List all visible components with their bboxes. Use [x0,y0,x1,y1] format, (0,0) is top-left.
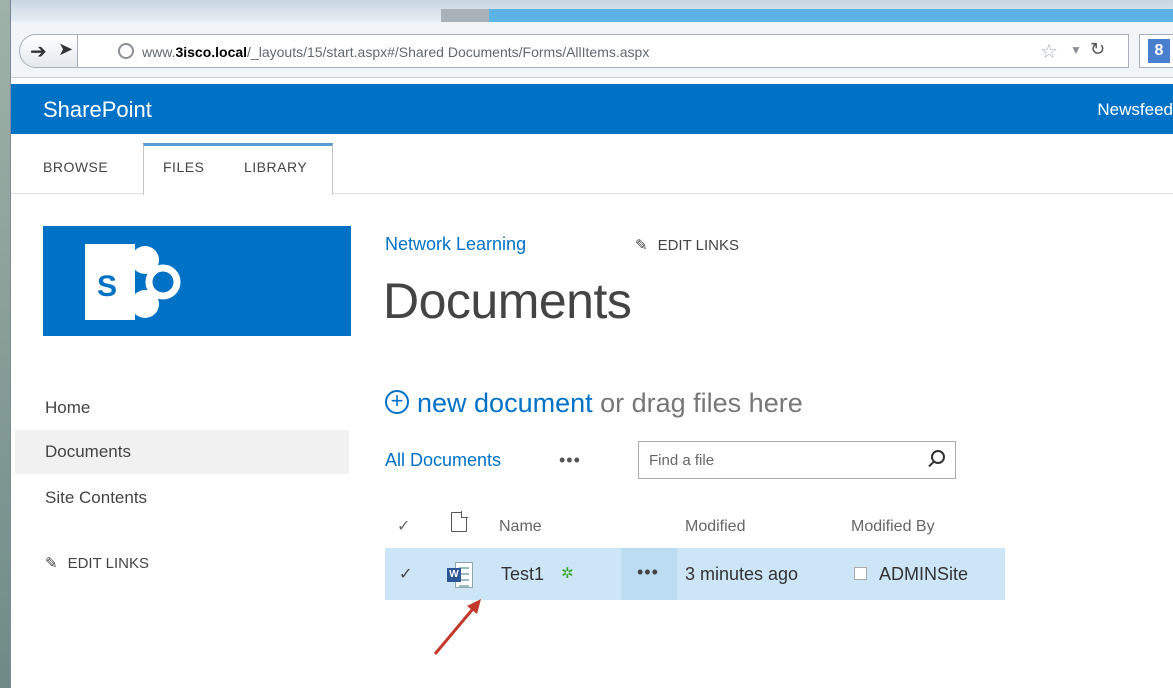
tab-browse[interactable]: BROWSE [43,159,108,175]
suite-bar: SharePoint Newsfeed [11,84,1173,134]
sidebar-edit-links[interactable]: ✎ EDIT LINKS [45,554,149,572]
pencil-icon: ✎ [635,237,648,254]
tab-files[interactable]: FILES [163,159,204,175]
drag-files-hint: or drag files here [592,388,803,418]
search-box[interactable] [638,441,956,479]
svg-text:S: S [97,270,117,303]
forward-arrow-icon[interactable]: ➤ [58,39,73,60]
globe-icon [118,43,134,59]
ellipsis-icon: ••• [637,562,659,582]
column-modified[interactable]: Modified [685,518,745,536]
page-title: Documents [383,273,632,329]
add-circle-icon[interactable]: + [385,389,409,414]
search-icon[interactable] [931,450,945,464]
site-logo[interactable]: S [43,226,351,336]
sidebar-item-home[interactable]: Home [15,386,349,430]
search-engine-button[interactable]: 8 [1139,34,1173,68]
new-document-link[interactable]: new document [417,388,593,418]
sharepoint-brand[interactable]: SharePoint [43,97,152,123]
select-all-check-icon[interactable]: ✓ [397,516,410,536]
presence-indicator-icon [854,567,867,580]
breadcrumb[interactable]: Network Learning [385,234,526,255]
file-type-icon [451,511,468,532]
ribbon-tabs: BROWSE FILES LIBRARY [11,134,1173,195]
history-dropdown-icon[interactable]: ▼ [1070,43,1082,57]
table-header: ✓ Name Modified Modified By [385,506,1005,546]
column-name[interactable]: Name [499,518,542,536]
browser-toolbar: ➔ ➤ www.3isco.local/_layouts/15/start.as… [11,22,1173,78]
tab-library[interactable]: LIBRARY [244,159,307,175]
browser-tab-inactive[interactable] [441,9,489,22]
sharepoint-logo-icon: S [85,244,181,320]
new-item-icon: ✲ [561,565,574,582]
back-arrow-icon[interactable]: ➔ [30,39,47,64]
table-row[interactable]: ✓ W Test1 ✲ ••• 3 minutes ago ADMINSite [385,548,1005,600]
word-document-icon: W [447,562,473,588]
sidebar-item-site-contents[interactable]: Site Contents [15,476,349,520]
newsfeed-link[interactable]: Newsfeed [1097,100,1173,120]
sidebar-edit-links-label: EDIT LINKS [67,555,149,572]
bookmark-star-icon[interactable]: ☆ [1040,39,1058,64]
view-all-documents[interactable]: All Documents [385,450,501,471]
header-edit-links[interactable]: ✎ EDIT LINKS [635,236,739,254]
row-modified: 3 minutes ago [685,564,799,584]
reload-icon[interactable]: ↻ [1090,39,1105,60]
browser-tab-active[interactable] [489,9,1173,22]
row-check-icon[interactable]: ✓ [399,564,412,584]
browser-window: ➔ ➤ www.3isco.local/_layouts/15/start.as… [10,0,1173,688]
column-modified-by[interactable]: Modified By [851,518,935,536]
row-modified-by[interactable]: ADMINSite [879,564,968,585]
new-document-area: + new document or drag files here [385,388,803,419]
address-url[interactable]: www.3isco.local/_layouts/15/start.aspx#/… [142,44,649,60]
address-bar[interactable]: www.3isco.local/_layouts/15/start.aspx#/… [77,34,1129,68]
google-icon: 8 [1148,39,1170,63]
sidebar-item-documents[interactable]: Documents [15,430,349,474]
item-menu-button[interactable]: ••• [621,548,677,600]
header-edit-links-label: EDIT LINKS [657,237,739,254]
find-file-input[interactable] [649,450,909,470]
document-name-link[interactable]: Test1 [501,564,544,585]
browser-title-strip [11,0,1173,22]
view-more-ellipsis-icon[interactable]: ••• [559,450,581,471]
pencil-icon: ✎ [45,555,58,572]
annotation-arrow-icon [433,599,481,655]
